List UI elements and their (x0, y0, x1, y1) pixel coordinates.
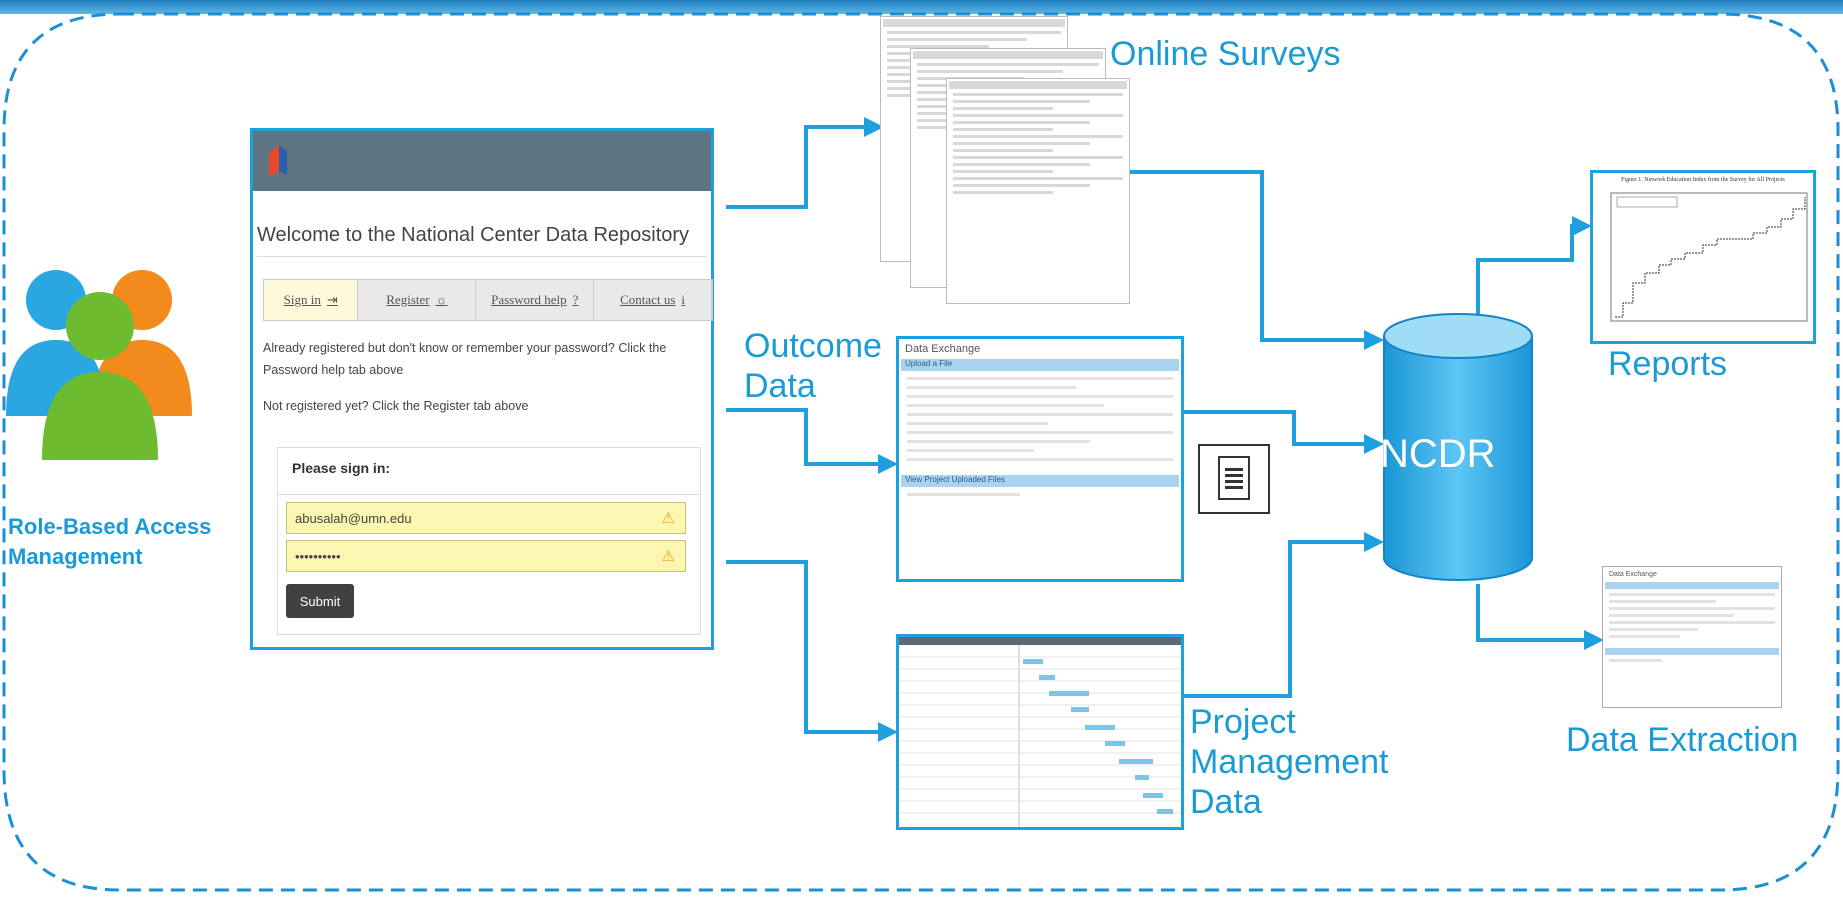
reports-label: Reports (1608, 345, 1728, 383)
submit-button[interactable]: Submit (286, 584, 354, 618)
login-screenshot: Welcome to the National Center Data Repo… (250, 128, 714, 650)
role-based-access-label: Role-Based Access Management (8, 514, 212, 569)
welcome-heading: Welcome to the National Center Data Repo… (257, 224, 690, 246)
arrow-outcome-to-ncdr (1184, 410, 1384, 454)
email-field[interactable]: abusalah@umn.edu ⚠ (286, 502, 686, 534)
data-extraction-screenshot: Data Exchange (1602, 566, 1782, 708)
arrow-surveys-to-ncdr (1130, 170, 1384, 350)
warning-icon: ⚠ (661, 510, 675, 527)
password-field[interactable]: •••••••••• ⚠ (286, 540, 686, 572)
survey-screenshot-front (946, 78, 1130, 304)
report-step-chart (1610, 192, 1808, 322)
report-chart-screenshot: Figure 1. Network Education Index from t… (1590, 170, 1816, 344)
info-icon: i (681, 292, 686, 307)
register-message: Not registered yet? Click the Register t… (263, 399, 529, 413)
arrow-login-to-pm (726, 560, 898, 742)
tab-sign-in[interactable]: Sign in ⇥ (264, 280, 359, 320)
arrow-login-to-surveys (726, 117, 884, 209)
arrow-ncdr-to-reports (1476, 216, 1592, 328)
report-chart-title: Figure 1. Network Education Index from t… (1621, 177, 1785, 183)
gantt-thumbnail (899, 637, 1181, 827)
arrow-ncdr-to-extraction (1476, 584, 1604, 650)
data-exchange-screenshot: Data Exchange Upload a File View Project… (896, 336, 1184, 582)
tab-register[interactable]: Register ☼ (358, 280, 477, 320)
gantt-chart-screenshot (896, 634, 1184, 830)
data-extraction-label: Data Extraction (1566, 721, 1799, 759)
data-exchange-title: Data Exchange (905, 343, 981, 355)
outcome-data-label: Outcome Data (744, 327, 882, 405)
tab-contact-us[interactable]: Contact us i (594, 280, 712, 320)
project-management-label: Project Management Data (1190, 703, 1389, 821)
online-surveys-label: Online Surveys (1110, 35, 1341, 73)
header-divider (257, 256, 707, 257)
login-header (253, 131, 711, 191)
warning-icon: ⚠ (661, 548, 675, 565)
upload-file-header: Upload a File (901, 359, 1179, 371)
ncdr-logo-icon (269, 145, 287, 177)
login-tabs: Sign in ⇥ Register ☼ Password help? Contac… (263, 279, 713, 321)
sign-in-title: Please sign in: (292, 460, 391, 476)
sign-in-box: Please sign in: abusalah@umn.edu ⚠ ••••••… (277, 447, 701, 635)
ncdr-label: NCDR (1380, 432, 1496, 476)
arrow-login-to-outcome (726, 408, 898, 474)
sun-icon: ☼ (435, 292, 448, 307)
password-help-message: Already registered but don't know or rem… (263, 341, 667, 377)
document-icon (1198, 444, 1270, 514)
sign-in-icon: ⇥ (326, 292, 338, 307)
arrow-pm-to-ncdr (1184, 532, 1384, 698)
users-group-icon (6, 270, 192, 460)
sign-in-divider (278, 494, 700, 495)
tab-password-help[interactable]: Password help? (476, 280, 595, 320)
view-files-header: View Project Uploaded Files (901, 475, 1179, 487)
question-icon: ? (572, 292, 579, 307)
